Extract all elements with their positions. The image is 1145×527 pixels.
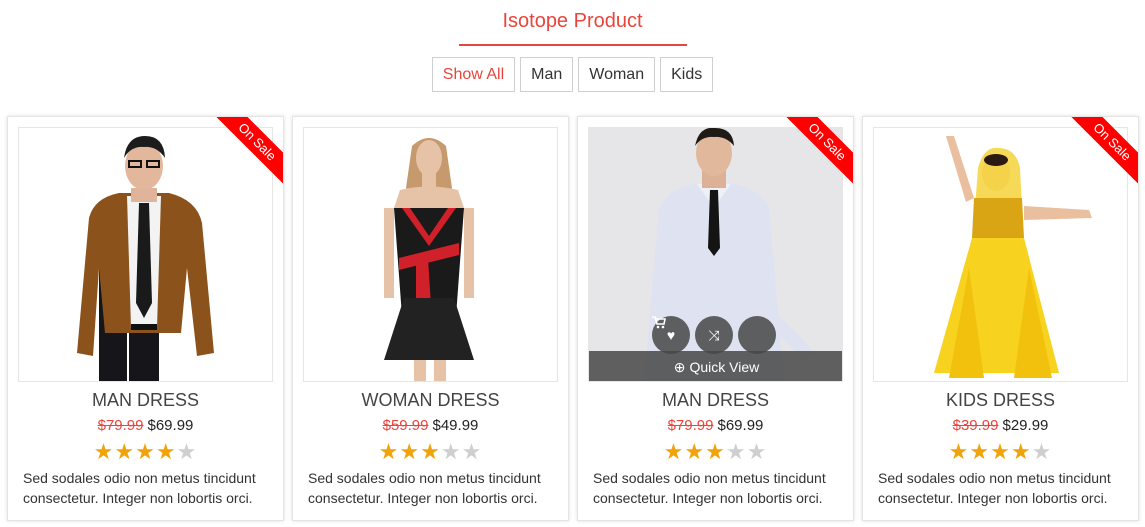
product-name[interactable]: MAN DRESS [578,390,853,411]
current-price: $69.99 [147,417,194,434]
old-price: $79.99 [667,417,714,434]
old-price: $79.99 [97,417,144,434]
filter-kids[interactable]: Kids [660,57,714,92]
star-filled-icon: ★ [969,439,991,464]
section-title: Isotope Product [502,10,643,32]
product-description: Sed sodales odio non metus tincidunt con… [308,470,541,506]
title-underline [459,44,687,46]
filter-woman[interactable]: Woman [578,57,656,92]
product-name[interactable]: WOMAN DRESS [293,390,568,411]
old-price: $39.99 [952,417,999,434]
product-price: $39.99 $29.99 [863,417,1138,434]
star-empty-icon: ★ [746,439,768,464]
star-empty-icon: ★ [1031,439,1053,464]
shuffle-icon[interactable]: ⤨ [695,316,733,354]
star-filled-icon: ★ [663,439,685,464]
rating-stars: ★★★★★ [578,439,853,465]
zoom-icon: ⊕ [673,359,686,375]
current-price: $29.99 [1002,417,1049,434]
current-price: $49.99 [432,417,479,434]
product-description: Sed sodales odio non metus tincidunt con… [878,470,1111,506]
star-filled-icon: ★ [420,439,441,464]
star-filled-icon: ★ [378,439,400,464]
star-empty-icon: ★ [725,439,747,464]
star-filled-icon: ★ [948,439,970,464]
quick-view-label: Quick View [689,359,760,375]
product-card[interactable]: On Sale ♥ ⤨ ⊕ Quick View MAN DRESS $79.99… [577,116,854,521]
rating-stars: ★★★★★ [293,439,568,465]
star-filled-icon: ★ [1010,439,1032,464]
product-price: $79.99 $69.99 [8,417,283,434]
star-filled-icon: ★ [135,439,156,464]
product-card[interactable]: On Sale KIDS DRESS $39.99 $29.99 ★★★★★ Se… [862,116,1139,521]
product-card[interactable]: On Sale MAN DRESS $79.99 $69.99 ★★★★★ Sed… [7,116,284,521]
old-price: $59.99 [382,417,429,434]
product-price: $79.99 $69.99 [578,417,853,434]
product-description: Sed sodales odio non metus tincidunt con… [593,470,826,506]
girl-in-yellow-dance-costume-photo[interactable] [873,127,1128,382]
cart-icon[interactable] [652,316,776,354]
filter-bar: Show All Man Woman Kids [0,57,1145,92]
filter-show-all[interactable]: Show All [431,57,516,92]
product-description: Sed sodales odio non metus tincidunt con… [23,470,256,506]
product-name[interactable]: KIDS DRESS [863,390,1138,411]
product-card[interactable]: WOMAN DRESS $59.99 $49.99 ★★★★★ Sed sodal… [292,116,569,521]
rating-stars: ★★★★★ [8,439,283,465]
rating-stars: ★★★★★ [863,439,1138,465]
current-price: $69.99 [717,417,764,434]
star-filled-icon: ★ [93,439,115,464]
star-filled-icon: ★ [990,439,1011,464]
filter-man[interactable]: Man [520,57,574,92]
star-empty-icon: ★ [440,439,462,464]
hover-actions: ♥ ⤨ [652,316,776,354]
product-price: $59.99 $49.99 [293,417,568,434]
star-filled-icon: ★ [114,439,136,464]
star-filled-icon: ★ [684,439,706,464]
man-in-brown-blazer-photo[interactable] [18,127,273,382]
mannequin-black-red-dress-photo[interactable] [303,127,558,382]
star-filled-icon: ★ [399,439,421,464]
product-name[interactable]: MAN DRESS [8,390,283,411]
star-filled-icon: ★ [155,439,177,464]
star-empty-icon: ★ [461,439,483,464]
man-in-white-shirt-photo[interactable]: ♥ ⤨ ⊕ Quick View [588,127,843,382]
star-filled-icon: ★ [705,439,726,464]
star-empty-icon: ★ [176,439,198,464]
quick-view-button[interactable]: ⊕ Quick View [589,351,842,381]
